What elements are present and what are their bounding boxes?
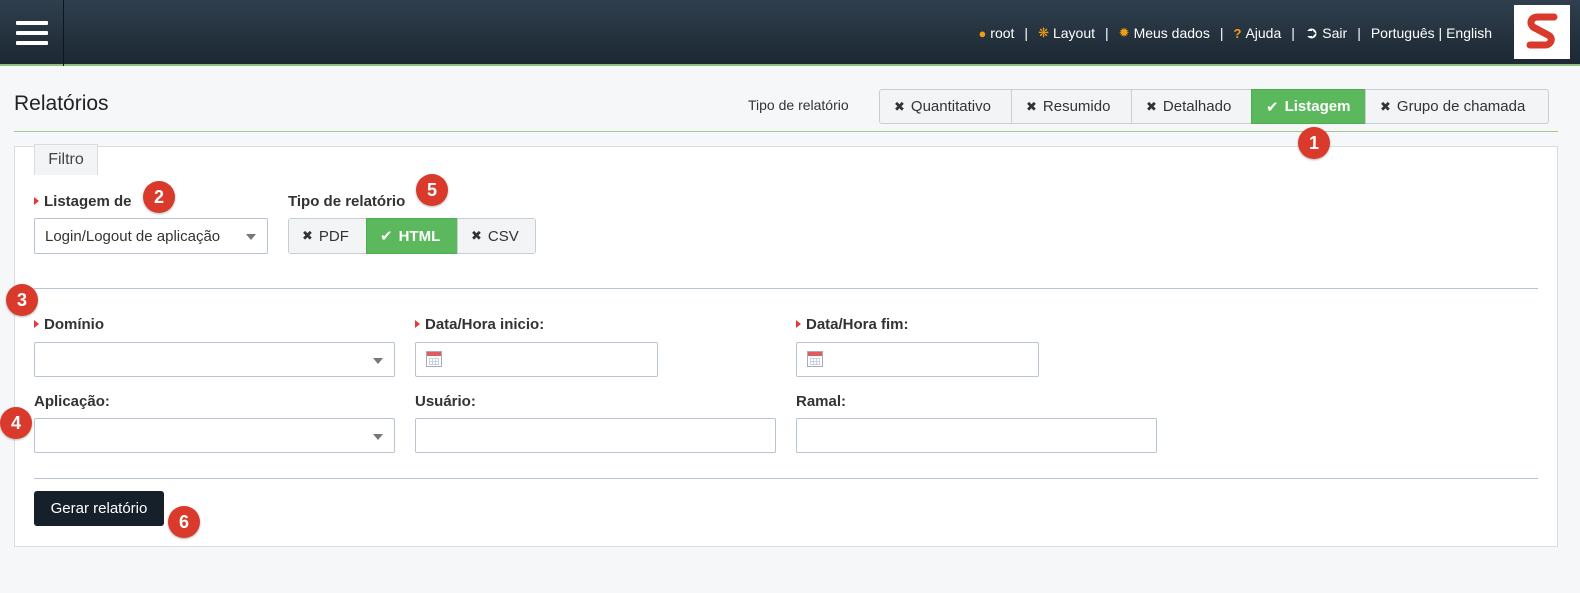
report-type-grupo-de-chamada[interactable]: ✖ Grupo de chamada xyxy=(1365,89,1549,124)
page-title: Relatórios xyxy=(14,92,109,115)
top-nav: ● root | ❋ Layout | ✹ Meus dados | ? Aju… xyxy=(978,23,1492,43)
ramal-input[interactable] xyxy=(796,418,1157,453)
report-type-quantitativo[interactable]: ✖ Quantitativo xyxy=(879,89,1012,124)
nav-user[interactable]: ● root xyxy=(978,25,1014,41)
cogs-icon: ❋ xyxy=(1038,25,1049,40)
report-type-label: Tipo de relatório xyxy=(748,97,849,113)
data-inicio-label: Data/Hora inicio: xyxy=(415,316,544,333)
generate-report-button[interactable]: Gerar relatório xyxy=(34,491,164,526)
annotation-badge-5: 5 xyxy=(416,174,448,206)
report-type-resumido[interactable]: ✖ Resumido xyxy=(1011,89,1132,124)
x-icon: ✖ xyxy=(1380,98,1391,114)
header-divider xyxy=(14,131,1558,132)
chevron-down-icon xyxy=(246,234,256,240)
nav-sair[interactable]: ➲ Sair xyxy=(1305,23,1347,43)
data-inicio-field[interactable] xyxy=(415,342,658,377)
nav-ajuda[interactable]: ? Ajuda xyxy=(1233,25,1281,41)
data-fim-label: Data/Hora fim: xyxy=(796,316,909,333)
user-icon: ● xyxy=(978,25,987,41)
help-icon: ? xyxy=(1233,25,1242,41)
check-icon: ✔ xyxy=(380,228,393,245)
check-icon: ✔ xyxy=(1266,98,1279,116)
x-icon: ✖ xyxy=(302,228,313,243)
nav-meus-dados[interactable]: ✹ Meus dados xyxy=(1119,25,1210,41)
x-icon: ✖ xyxy=(1026,98,1037,114)
format-selector: ✖ PDF ✔ HTML ✖ CSV xyxy=(288,218,536,254)
aplicacao-select[interactable] xyxy=(34,418,395,453)
report-type-selector: ✖ Quantitativo ✖ Resumido ✖ Detalhado ✔ … xyxy=(879,89,1549,124)
top-bar: ● root | ❋ Layout | ✹ Meus dados | ? Aju… xyxy=(0,0,1580,66)
language-switch[interactable]: Português | English xyxy=(1371,25,1492,41)
x-icon: ✖ xyxy=(894,98,905,114)
annotation-badge-6: 6 xyxy=(168,506,200,538)
annotation-badge-2: 2 xyxy=(143,181,175,213)
format-label: Tipo de relatório xyxy=(288,193,406,210)
section-divider xyxy=(34,478,1538,479)
annotation-badge-4: 4 xyxy=(0,407,32,439)
report-type-detalhado[interactable]: ✖ Detalhado xyxy=(1131,89,1252,124)
annotation-badge-1: 1 xyxy=(1298,127,1330,159)
aplicacao-label: Aplicação: xyxy=(34,393,110,410)
dominio-select[interactable] xyxy=(34,342,395,377)
format-html[interactable]: ✔ HTML xyxy=(366,218,458,254)
logo-s-icon xyxy=(1526,13,1558,49)
usuario-label: Usuário: xyxy=(415,393,476,410)
format-csv[interactable]: ✖ CSV xyxy=(457,218,536,254)
annotation-badge-3: 3 xyxy=(6,284,38,316)
tab-filtro[interactable]: Filtro xyxy=(34,144,98,175)
gear-icon: ✹ xyxy=(1118,25,1130,40)
report-type-listagem[interactable]: ✔ Listagem xyxy=(1251,89,1366,124)
chevron-down-icon xyxy=(373,357,383,364)
brand-logo[interactable] xyxy=(1514,5,1570,59)
menu-icon[interactable] xyxy=(0,0,64,66)
chevron-down-icon xyxy=(373,433,383,440)
nav-layout[interactable]: ❋ Layout xyxy=(1038,25,1095,41)
section-divider xyxy=(34,288,1538,289)
ramal-label: Ramal: xyxy=(796,393,847,410)
format-pdf[interactable]: ✖ PDF xyxy=(288,218,367,254)
calendar-icon[interactable] xyxy=(807,351,823,367)
sign-out-icon: ➲ xyxy=(1304,25,1319,42)
dominio-label: Domínio xyxy=(34,316,104,333)
data-fim-field[interactable] xyxy=(796,342,1039,377)
x-icon: ✖ xyxy=(471,228,482,243)
x-icon: ✖ xyxy=(1146,98,1157,114)
listagem-label: Listagem de xyxy=(34,193,132,210)
usuario-input[interactable] xyxy=(415,418,776,453)
listagem-select[interactable]: Login/Logout de aplicação xyxy=(34,218,268,254)
calendar-icon[interactable] xyxy=(426,351,442,367)
